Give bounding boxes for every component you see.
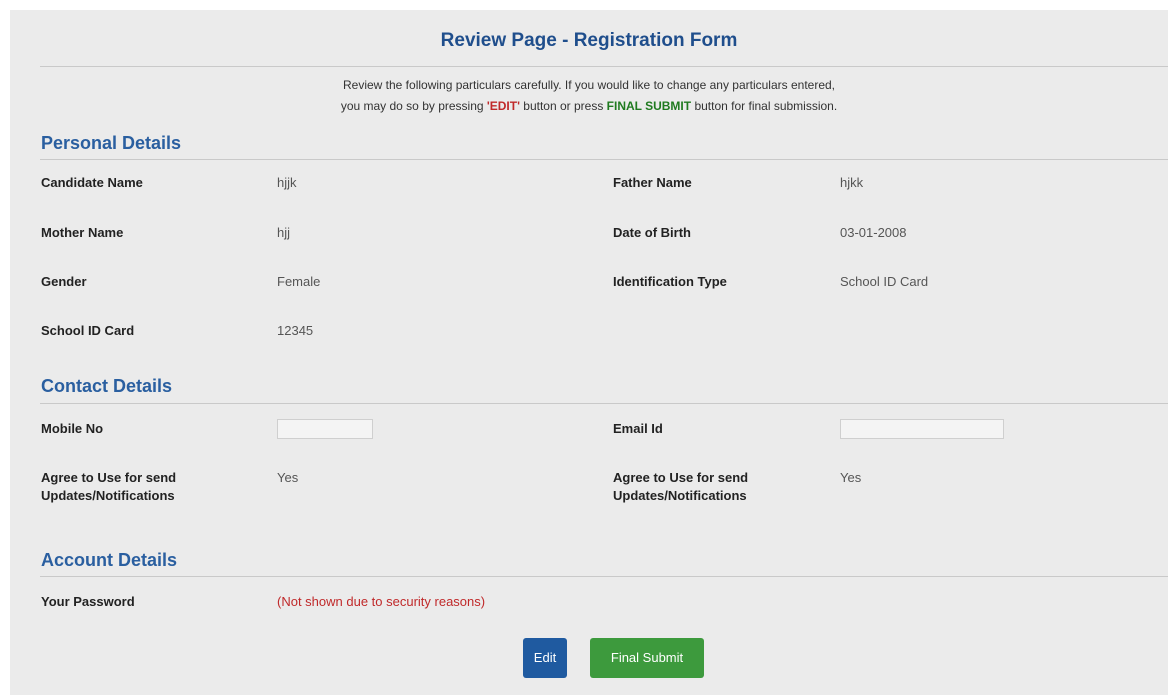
account-details-heading: Account Details (41, 550, 178, 570)
intro-line-2: you may do so by pressing 'EDIT' button … (10, 98, 1168, 115)
mobile-label: Mobile No (41, 421, 104, 436)
review-panel: Review Page - Registration Form Review t… (10, 10, 1168, 695)
agree-updates-value-1: Yes (277, 470, 299, 485)
mother-name-value: hjj (277, 225, 291, 240)
mother-name-label: Mother Name (41, 225, 124, 240)
personal-divider (40, 159, 1168, 160)
email-label: Email Id (613, 421, 663, 436)
agree-updates-label-1: Agree to Use for send Updates/Notificati… (41, 469, 176, 505)
father-name-value: hjkk (840, 175, 864, 190)
id-type-value: School ID Card (840, 274, 929, 289)
id-type-label: Identification Type (613, 274, 727, 289)
agree-updates-label-2-line2: Updates/Notifications (613, 488, 747, 503)
gender-label: Gender (41, 274, 87, 289)
intro-submit-word: FINAL SUBMIT (606, 99, 692, 113)
gender-value: Female (277, 274, 321, 289)
school-id-value: 12345 (277, 323, 314, 338)
agree-updates-label-2-line1: Agree to Use for send (613, 470, 749, 485)
account-divider (40, 576, 1168, 577)
candidate-name-label: Candidate Name (41, 175, 143, 190)
agree-updates-label-1-line2: Updates/Notifications (41, 488, 175, 503)
intro-text-middle: button or press (519, 99, 607, 113)
contact-divider (40, 403, 1168, 404)
agree-updates-label-1-line1: Agree to Use for send (41, 470, 177, 485)
school-id-label: School ID Card (41, 323, 135, 338)
candidate-name-value: hjjk (277, 175, 297, 190)
agree-updates-value-2: Yes (840, 470, 862, 485)
intro-line-1: Review the following particulars careful… (342, 78, 836, 92)
contact-details-heading: Contact Details (41, 376, 173, 396)
page-title: Review Page - Registration Form (440, 30, 738, 51)
final-submit-button[interactable]: Final Submit (590, 638, 704, 678)
intro-text-before: you may do so by pressing (340, 99, 487, 113)
email-value-masked (840, 419, 1004, 439)
title-divider (40, 66, 1168, 67)
personal-details-heading: Personal Details (41, 133, 182, 153)
edit-button[interactable]: Edit (523, 638, 567, 678)
father-name-label: Father Name (613, 175, 692, 190)
password-label: Your Password (41, 594, 135, 609)
agree-updates-label-2: Agree to Use for send Updates/Notificati… (613, 469, 748, 505)
password-value: (Not shown due to security reasons) (277, 594, 486, 609)
mobile-value-masked (277, 419, 373, 439)
intro-text-after: button for final submission. (691, 99, 838, 113)
intro-edit-word: 'EDIT' (486, 99, 520, 113)
dob-label: Date of Birth (613, 225, 691, 240)
dob-value: 03-01-2008 (840, 225, 907, 240)
